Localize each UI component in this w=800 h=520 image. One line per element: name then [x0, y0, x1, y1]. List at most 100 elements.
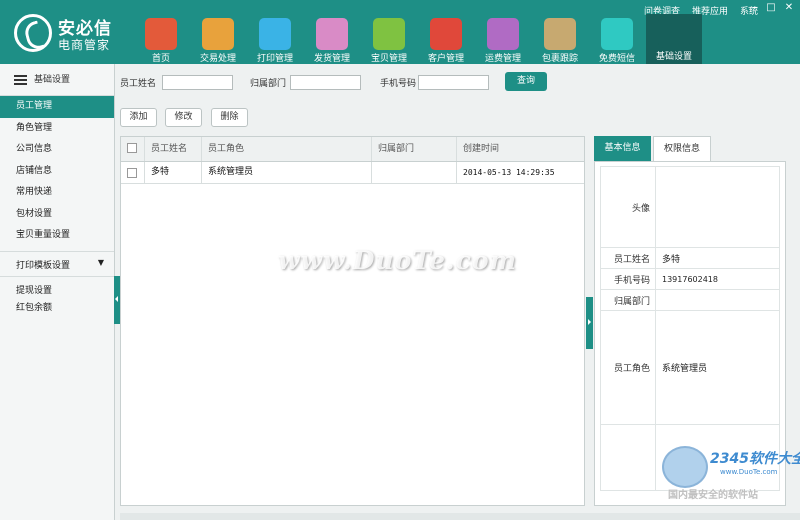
caret-down-icon: ▼ [97, 257, 104, 267]
field-value: 系统管理员 [655, 310, 780, 425]
detail-tabs: 基本信息 权限信息 [594, 136, 786, 161]
nav-customers[interactable]: 客户管理 [418, 16, 474, 64]
app-logo: 安必信 电商管家 [14, 14, 119, 56]
nav-tracking[interactable]: 包裹跟踪 [532, 16, 588, 64]
user-icon [430, 18, 462, 50]
sidebar-item-weight[interactable]: 宝贝重量设置 [0, 225, 114, 247]
dept-input[interactable] [290, 75, 361, 90]
tab-permissions[interactable]: 权限信息 [653, 136, 711, 161]
select-all-checkbox[interactable] [127, 143, 137, 153]
nav-label: 运费管理 [484, 54, 521, 64]
add-button[interactable]: 添加 [120, 108, 157, 127]
phone-label: 手机号码 [380, 79, 417, 89]
nav-label: 宝贝管理 [370, 54, 407, 64]
sidebar-item-label: 打印模板设置 [16, 260, 71, 271]
sidebar-item-company[interactable]: 公司信息 [0, 139, 114, 161]
nav-label: 免费短信 [598, 54, 635, 64]
detail-row-phone: 手机号码 13917602418 [600, 268, 780, 290]
select-all-cell [121, 137, 145, 161]
phone-input[interactable] [418, 75, 489, 90]
top-bar: 安必信 电商管家 问卷调查 推荐应用 系统 — □ ✕ 首页 交易处理 打印管理… [0, 0, 800, 64]
nav-trade[interactable]: 交易处理 [190, 16, 246, 64]
box-icon [373, 18, 405, 50]
row-checkbox[interactable] [127, 168, 137, 178]
delete-button[interactable]: 删除 [211, 108, 248, 127]
sidebar: 基础设置 员工管理 角色管理 公司信息 店铺信息 常用快递 包材设置 宝贝重量设… [0, 64, 115, 520]
detail-row-avatar: 头像 [600, 166, 780, 248]
cell-role: 系统管理员 [202, 162, 372, 183]
window-controls: — □ ✕ [746, 2, 796, 13]
row-select-cell [121, 162, 145, 183]
column-header-dept[interactable]: 归属部门 [372, 137, 457, 161]
cell-name: 多特 [145, 162, 202, 183]
sidebar-item-shop[interactable]: 店铺信息 [0, 161, 114, 183]
detail-row-name: 员工姓名 多特 [600, 247, 780, 269]
logo-subtitle: 电商管家 [58, 38, 111, 52]
watermark-logo: 2345软件大全 www.DuoTe.com 国内最安全的软件站 [662, 446, 800, 504]
nav-products[interactable]: 宝贝管理 [361, 16, 417, 64]
tab-basic-info[interactable]: 基本信息 [594, 136, 651, 161]
name-input[interactable] [162, 75, 233, 90]
watermark-tagline: 国内最安全的软件站 [668, 490, 758, 501]
sidebar-item-withdraw[interactable]: 提现设置 [0, 276, 114, 298]
field-label [600, 424, 656, 491]
field-value: 多特 [655, 247, 780, 269]
nav-label: 基础设置 [655, 52, 692, 62]
printer-icon [259, 18, 291, 50]
table-row[interactable]: 多特 系统管理员 2014-05-13 14:29:35 [121, 162, 584, 184]
logo-icon [14, 14, 52, 52]
field-label: 员工姓名 [600, 247, 656, 269]
sidebar-item-redpacket[interactable]: 红包余额 [0, 298, 114, 320]
detail-panel-handle[interactable] [586, 297, 593, 349]
sidebar-item-print-templates[interactable]: 打印模板设置 ▼ [0, 250, 114, 273]
table-header: 员工姓名 员工角色 归属部门 创建时间 [121, 137, 584, 162]
field-label: 员工角色 [600, 310, 656, 425]
nav-label: 客户管理 [427, 54, 464, 64]
maximize-button[interactable]: □ [764, 2, 778, 13]
nav-sms[interactable]: 免费短信 [589, 16, 645, 64]
cell-dept [372, 162, 457, 183]
menu-icon [14, 75, 27, 85]
sidebar-item-express[interactable]: 常用快递 [0, 182, 114, 204]
column-header-created[interactable]: 创建时间 [457, 137, 586, 161]
field-value [655, 289, 780, 311]
close-button[interactable]: ✕ [782, 2, 796, 13]
field-label: 归属部门 [600, 289, 656, 311]
mascot-icon [662, 446, 708, 488]
nav-label: 包裹跟踪 [541, 54, 578, 64]
edit-button[interactable]: 修改 [165, 108, 202, 127]
gear-icon [658, 16, 690, 48]
nav-freight[interactable]: 运费管理 [475, 16, 531, 64]
sidebar-item-roles[interactable]: 角色管理 [0, 118, 114, 140]
nav-label: 发货管理 [313, 54, 350, 64]
nav-label: 首页 [151, 54, 170, 64]
search-bar: 员工姓名 归属部门 手机号码 查询 [120, 70, 800, 94]
column-header-name[interactable]: 员工姓名 [145, 137, 202, 161]
avatar [655, 166, 780, 248]
nav-shipping[interactable]: 发货管理 [304, 16, 360, 64]
status-strip [120, 513, 800, 520]
watermark-brand: 2345软件大全 [710, 451, 800, 467]
calculator-icon [487, 18, 519, 50]
field-label: 头像 [600, 166, 656, 248]
trade-icon [202, 18, 234, 50]
detail-table: 头像 员工姓名 多特 手机号码 13917602418 归属部门 员工角色 系统… [600, 166, 780, 491]
sidebar-item-packaging[interactable]: 包材设置 [0, 204, 114, 226]
nav-home[interactable]: 首页 [133, 16, 189, 64]
column-header-role[interactable]: 员工角色 [202, 137, 372, 161]
detail-row-role: 员工角色 系统管理员 [600, 310, 780, 425]
name-label: 员工姓名 [120, 79, 157, 89]
watermark-text: www.DuoTe.com [278, 246, 517, 275]
clipboard-icon [544, 18, 576, 50]
query-button[interactable]: 查询 [505, 72, 547, 91]
field-value: 13917602418 [655, 268, 780, 290]
dept-label: 归属部门 [250, 79, 287, 89]
minimize-button[interactable]: — [746, 2, 760, 13]
nav-print[interactable]: 打印管理 [247, 16, 303, 64]
chart-icon [316, 18, 348, 50]
staff-table: 员工姓名 员工角色 归属部门 创建时间 多特 系统管理员 2014-05-13 … [120, 136, 585, 506]
detail-row-dept: 归属部门 [600, 289, 780, 311]
field-label: 手机号码 [600, 268, 656, 290]
sidebar-item-staff[interactable]: 员工管理 [0, 96, 114, 118]
nav-settings[interactable]: 基础设置 [646, 14, 702, 64]
